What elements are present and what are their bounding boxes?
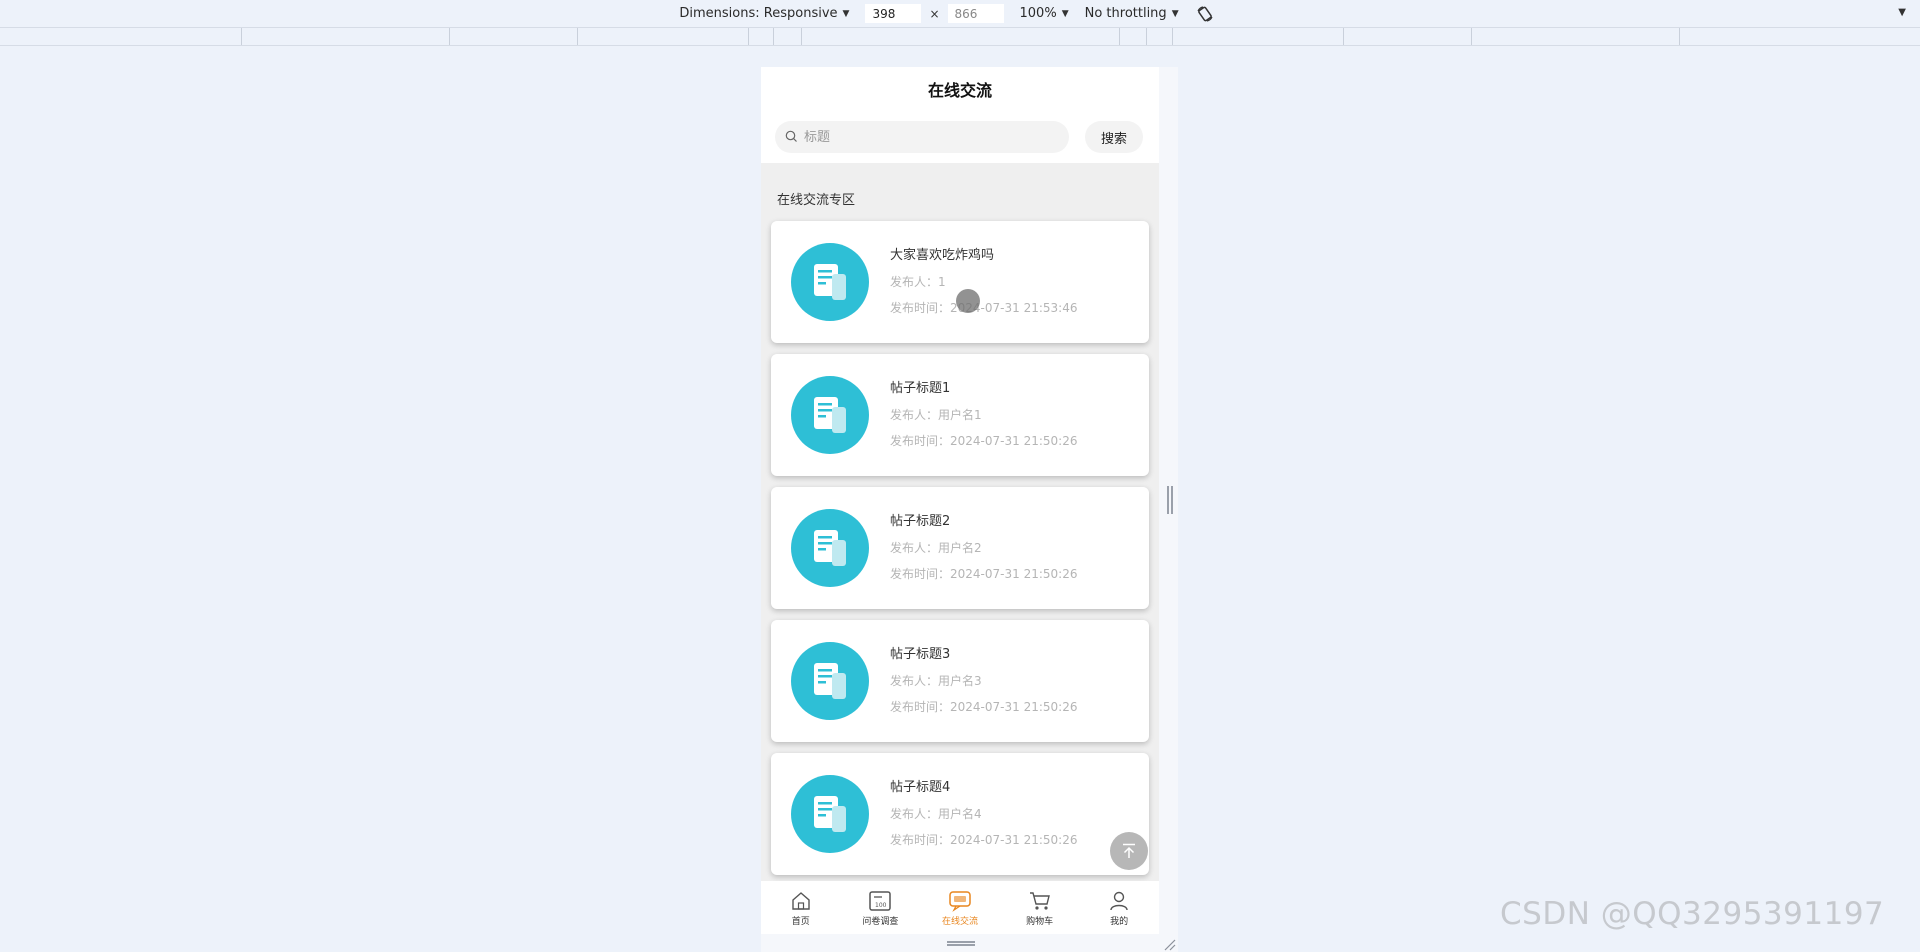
resize-handle-right[interactable]	[1167, 486, 1173, 514]
post-time: 发布时间：2024-07-31 21:50:26	[890, 434, 1078, 448]
post-title: 大家喜欢吃炸鸡吗	[890, 248, 995, 263]
post-author: 发布人：用户名3	[890, 674, 982, 688]
post-author: 发布人：用户名4	[890, 807, 982, 821]
ruler-segment[interactable]	[1679, 28, 1680, 45]
cart-icon	[1027, 889, 1053, 913]
search-box[interactable]	[775, 121, 1069, 153]
device-viewport: 在线交流 搜索 在线交流专区 大家喜欢吃炸鸡吗 发布人：1 发布时间：2024-…	[761, 67, 1159, 952]
ruler-segment[interactable]	[449, 28, 450, 45]
post-card[interactable]: 帖子标题4 发布人：用户名4 发布时间：2024-07-31 21:50:26	[771, 753, 1149, 875]
caret-down-icon: ▼	[1061, 8, 1069, 19]
more-options-icon[interactable]: ▼	[1898, 7, 1906, 18]
throttling-dropdown[interactable]: No throttling ▼	[1085, 6, 1179, 21]
dimensions-dropdown[interactable]: Dimensions: Responsive ▼	[679, 6, 849, 21]
watermark: CSDN @QQ3295391197	[1500, 896, 1885, 932]
ruler-segment[interactable]	[801, 28, 802, 45]
media-query-ruler	[0, 27, 1920, 46]
post-time: 发布时间：2024-07-31 21:50:26	[890, 833, 1078, 847]
post-card[interactable]: 帖子标题3 发布人：用户名3 发布时间：2024-07-31 21:50:26	[771, 620, 1149, 742]
tab-chat[interactable]: 在线交流	[925, 889, 995, 927]
document-icon	[791, 775, 869, 853]
ruler-segment[interactable]	[1343, 28, 1344, 45]
ruler-segment[interactable]	[773, 28, 774, 45]
post-time: 发布时间：2024-07-31 21:50:26	[890, 567, 1078, 581]
post-author: 发布人：1	[890, 275, 946, 289]
tab-label: 在线交流	[941, 916, 978, 927]
back-to-top-button[interactable]	[1110, 832, 1148, 870]
section-title: 在线交流专区	[777, 193, 856, 208]
caret-down-icon: ▼	[842, 8, 850, 19]
survey-icon: 100	[867, 889, 893, 913]
rotate-icon[interactable]	[1195, 4, 1215, 24]
ruler-segment[interactable]	[748, 28, 749, 45]
touch-cursor	[956, 289, 980, 313]
ruler-segment[interactable]	[1146, 28, 1147, 45]
tab-label: 问卷调查	[862, 916, 899, 927]
search-button[interactable]: 搜索	[1085, 121, 1143, 153]
document-icon	[791, 243, 869, 321]
chat-icon	[947, 889, 973, 913]
post-list: 大家喜欢吃炸鸡吗 发布人：1 发布时间：2024-07-31 21:53:46 …	[761, 221, 1159, 875]
post-author: 发布人：用户名1	[890, 408, 982, 422]
caret-down-icon: ▼	[1171, 8, 1179, 19]
tab-label: 首页	[791, 916, 810, 927]
post-title: 帖子标题4	[890, 780, 951, 795]
resize-handle-bottom[interactable]	[947, 941, 975, 946]
post-title: 帖子标题3	[890, 647, 951, 662]
search-bar: 搜索	[761, 111, 1159, 163]
svg-text:100: 100	[875, 902, 887, 909]
height-input[interactable]: 866	[947, 4, 1004, 23]
ruler-segment[interactable]	[241, 28, 242, 45]
ruler-segment[interactable]	[1172, 28, 1173, 45]
tab-label: 我的	[1110, 916, 1129, 927]
post-card[interactable]: 帖子标题1 发布人：用户名1 发布时间：2024-07-31 21:50:26	[771, 354, 1149, 476]
resize-corner-icon[interactable]	[1163, 936, 1176, 951]
user-icon	[1106, 889, 1132, 913]
search-icon	[785, 128, 798, 147]
page-title: 在线交流	[761, 67, 1159, 111]
devtools-toolbar: Dimensions: Responsive ▼ 398 × 866 100% …	[0, 0, 1920, 27]
zoom-label: 100%	[1019, 6, 1057, 21]
tab-label: 购物车	[1026, 916, 1054, 927]
tab-survey[interactable]: 100 问卷调查	[845, 889, 915, 927]
ruler-segment[interactable]	[1119, 28, 1120, 45]
post-title: 帖子标题1	[890, 381, 951, 396]
post-time: 发布时间：2024-07-31 21:50:26	[890, 700, 1078, 714]
ruler-segment[interactable]	[1471, 28, 1472, 45]
document-icon	[791, 509, 869, 587]
times-sign: ×	[929, 6, 940, 21]
post-author: 发布人：用户名2	[890, 541, 982, 555]
home-icon	[788, 889, 814, 913]
post-card[interactable]: 大家喜欢吃炸鸡吗 发布人：1 发布时间：2024-07-31 21:53:46	[771, 221, 1149, 343]
throttling-label: No throttling	[1084, 6, 1167, 21]
tab-mine[interactable]: 我的	[1084, 889, 1154, 927]
search-input[interactable]	[804, 129, 1044, 145]
ruler-segment[interactable]	[577, 28, 578, 45]
document-icon	[791, 642, 869, 720]
tab-bar: 首页 100 问卷调查 在线交流 购物车 我的	[761, 881, 1159, 934]
tab-home[interactable]: 首页	[766, 889, 836, 927]
tab-cart[interactable]: 购物车	[1005, 889, 1075, 927]
post-card[interactable]: 帖子标题2 发布人：用户名2 发布时间：2024-07-31 21:50:26	[771, 487, 1149, 609]
width-input[interactable]: 398	[865, 4, 922, 23]
post-title: 帖子标题2	[890, 514, 951, 529]
arrow-up-icon	[1123, 843, 1135, 858]
zoom-dropdown[interactable]: 100% ▼	[1020, 6, 1069, 21]
document-icon	[791, 376, 869, 454]
post-time: 发布时间：2024-07-31 21:53:46	[890, 301, 1078, 315]
dimensions-label: Dimensions: Responsive	[679, 6, 838, 21]
